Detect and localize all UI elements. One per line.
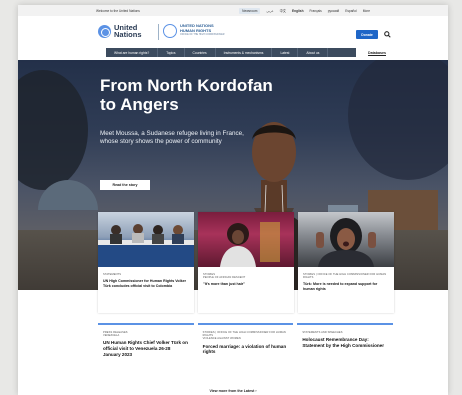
read-story-button[interactable]: Read the story [100,180,150,190]
nav-item-what-are-human-rights[interactable]: What are human rights? [106,48,159,57]
welcome-text: Welcome to the United Nations [96,8,140,13]
card-image [198,212,294,267]
card-image [98,212,194,267]
lang-more[interactable]: More [363,9,370,13]
utility-bar: Welcome to the United Nations Newsroom ع… [18,5,448,16]
hero-bg-tree [348,60,448,180]
search-icon[interactable] [384,31,391,38]
nav-item-databases[interactable]: Databases [368,51,386,55]
ohchr-line2: HUMAN RIGHTS [180,27,212,33]
card-tag: STORIES PEOPLE OF AFRICAN DESCENT [203,273,246,280]
news-card[interactable]: STORIES | OFFICE OF THE HIGH COMMISSIONE… [298,212,394,313]
newsroom-link[interactable]: Newsroom [239,7,261,14]
nav-item-about-us[interactable]: About us [298,48,329,57]
latest-cards-row: STATEMENTS UN High Commissioner for Huma… [98,212,394,313]
main-nav: What are human rights? Topics Countries … [106,48,396,57]
nav-item-instruments[interactable]: Instruments & mechanisms [216,48,273,57]
nav-item-latest[interactable]: Latest [272,48,299,57]
lang-chinese[interactable]: 中文 [280,8,286,13]
card-title[interactable]: UN High Commissioner for Human Rights Vo… [103,279,189,288]
card-tag: STATEMENTS AND SPEECHES [302,331,343,334]
card-tag: PRESS RELEASES VENEZUELA [103,331,128,338]
latest-cards-row-2: PRESS RELEASES VENEZUELA UN Human Rights… [98,323,394,369]
card-title[interactable]: UN Human Rights Chief Volker Türk on off… [103,340,189,357]
lang-arabic[interactable]: عربي [266,9,273,13]
card-tag: STORIES | OFFICE OF THE HIGH COMMISSIONE… [202,331,286,341]
card-title[interactable]: Forced marriage: a violation of human ri… [203,344,289,355]
lang-english[interactable]: English [292,9,304,13]
nav-item-topics[interactable]: Topics [158,48,185,57]
card-title[interactable]: "It's more than just hair" [203,282,289,287]
un-emblem-icon [98,24,111,38]
card-tag: STORIES | OFFICE OF THE HIGH COMMISSIONE… [303,273,387,280]
portrait-photo [220,222,280,267]
nav-item-countries[interactable]: Countries [185,48,216,57]
lang-russian[interactable]: русский [328,9,339,13]
browser-page: Welcome to the United Nations Newsroom ع… [18,5,448,395]
meeting-photo [98,224,194,267]
card-title[interactable]: Holocaust Remembrance Day: Statement by … [302,337,388,348]
logo-divider [158,24,159,40]
lang-spanish[interactable]: Español [345,9,357,13]
site-header: United Nations UNITED NATIONS HUMAN RIGH… [18,16,448,48]
ohchr-subtitle: OFFICE OF THE HIGH COMMISSIONER [180,33,225,37]
news-card[interactable]: STATEMENTS UN High Commissioner for Huma… [98,212,194,313]
language-switcher: Newsroom عربي 中文 English Français русски… [239,7,370,14]
hero-bg-tree [18,70,88,190]
card-title[interactable]: Türk: More is needed to expand support f… [303,282,389,291]
news-card[interactable]: PRESS RELEASES VENEZUELA UN Human Rights… [98,323,194,369]
card-tag: STATEMENTS [103,273,122,276]
un-logo-line2: Nations [114,30,142,39]
donate-button[interactable]: Donate [356,30,378,39]
lang-french[interactable]: Français [310,9,322,13]
news-card[interactable]: STORIES PEOPLE OF AFRICAN DESCENT "It's … [198,212,294,313]
view-more-latest-link[interactable]: View more from the Latest › [18,389,448,393]
news-card[interactable]: STATEMENTS AND SPEECHES Holocaust Rememb… [297,323,394,369]
hero-title: From North Kordofan to Angers [100,76,273,114]
card-image [298,212,394,267]
protest-photo [316,218,376,267]
ohchr-logo[interactable]: UNITED NATIONS HUMAN RIGHTS OFFICE OF TH… [163,24,224,38]
ohchr-emblem-icon [163,24,177,38]
un-logo[interactable]: United Nations [98,24,142,38]
news-card[interactable]: STORIES | OFFICE OF THE HIGH COMMISSIONE… [197,323,294,369]
hero-description: Meet Moussa, a Sudanese refugee living i… [100,130,244,145]
